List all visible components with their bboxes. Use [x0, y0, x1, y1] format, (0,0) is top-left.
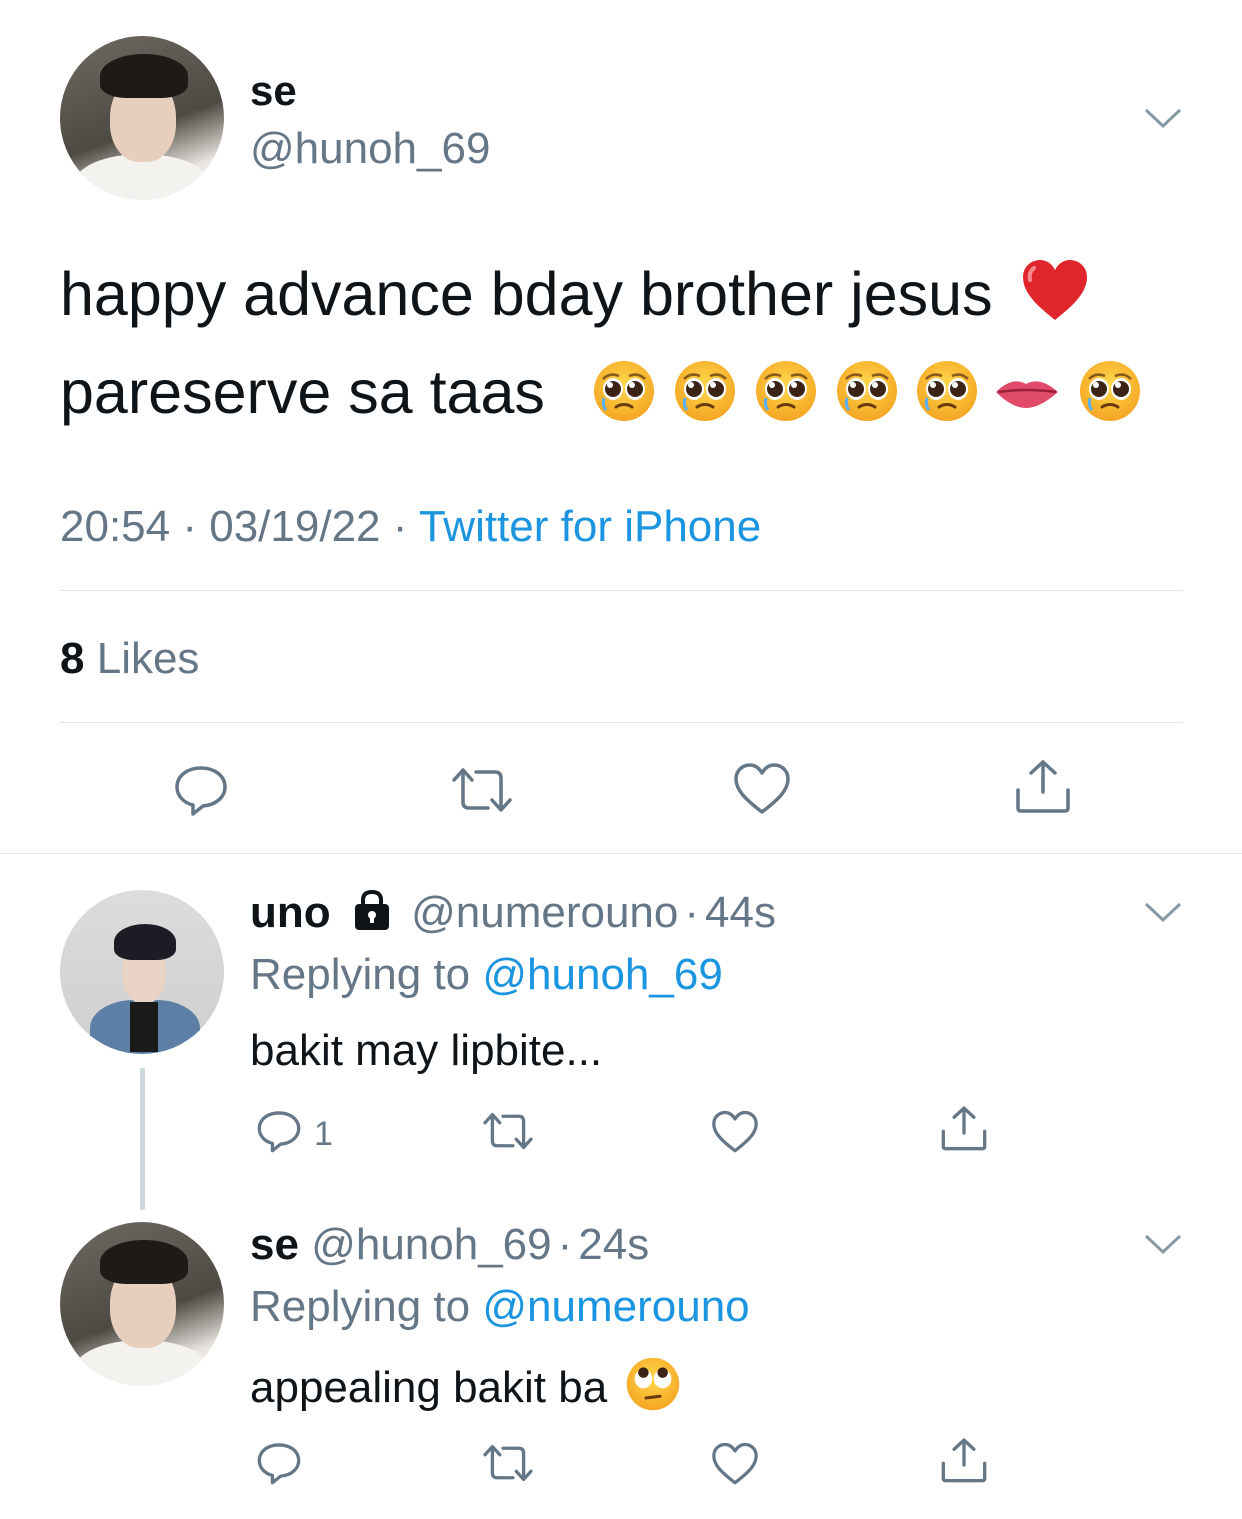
reply-icon[interactable]: [256, 1108, 302, 1154]
replying-to-link[interactable]: @numerouno: [482, 1282, 749, 1331]
reply-header: se @hunoh_69 · 24s: [250, 1220, 649, 1270]
heart-icon[interactable]: [711, 1442, 759, 1486]
avatar[interactable]: [60, 890, 224, 1054]
share-icon[interactable]: [1014, 758, 1072, 814]
lips-emoji: [996, 381, 1058, 408]
chevron-down-icon[interactable]: [1142, 104, 1184, 132]
pleading-face-emoji: [592, 359, 656, 423]
display-name[interactable]: se: [250, 66, 297, 116]
chevron-down-icon[interactable]: [1142, 1230, 1184, 1258]
replying-to: Replying to @hunoh_69: [250, 950, 723, 1000]
likes-label: Likes: [96, 634, 200, 683]
avatar[interactable]: [60, 1222, 224, 1386]
lock-icon: [351, 889, 393, 931]
tweet-text-line1: happy advance bday brother jesus: [60, 260, 993, 328]
retweet-icon[interactable]: [448, 762, 516, 818]
heart-icon[interactable]: [711, 1110, 759, 1154]
reply-icon[interactable]: [173, 762, 229, 818]
reply-header: uno @numerouno · 44s: [250, 888, 776, 938]
reply-text: bakit may lipbite...: [250, 1026, 603, 1075]
likes-stat[interactable]: 8 Likes: [60, 634, 199, 684]
tweet-source-link[interactable]: Twitter for iPhone: [419, 502, 761, 551]
likes-count: 8: [60, 634, 85, 683]
divider: [60, 590, 1182, 591]
replying-to-link[interactable]: @hunoh_69: [482, 950, 722, 999]
separator: ·: [392, 502, 408, 551]
chevron-down-icon[interactable]: [1142, 898, 1184, 926]
replying-prefix: Replying to: [250, 1282, 471, 1331]
separator: ·: [182, 502, 197, 551]
share-icon[interactable]: [940, 1436, 988, 1484]
pleading-face-emoji: [673, 359, 737, 423]
share-icon[interactable]: [940, 1104, 988, 1152]
reply-count: 1: [314, 1115, 333, 1153]
tweet-time: 20:54: [60, 502, 171, 551]
thread-line: [140, 1068, 145, 1210]
reply-text: appealing bakit ba: [250, 1363, 608, 1413]
handle[interactable]: @hunoh_69: [250, 122, 490, 176]
tweet-text: happy advance bday brother jesus: [60, 258, 1090, 339]
pleading-face-emoji: [1078, 359, 1142, 423]
handle[interactable]: @hunoh_69: [311, 1220, 551, 1269]
section-divider: [0, 853, 1242, 854]
timestamp: 24s: [578, 1220, 650, 1269]
handle[interactable]: @numerouno: [411, 888, 678, 937]
pleading-face-emoji: [915, 359, 979, 423]
heart-icon[interactable]: [733, 762, 791, 816]
separator: ·: [557, 1220, 573, 1269]
retweet-icon[interactable]: [480, 1108, 536, 1154]
tweet-text-2: pareserve sa taas: [60, 356, 545, 428]
emoji-row: [592, 358, 1152, 424]
display-name[interactable]: uno: [250, 888, 331, 937]
red-heart-emoji: [1020, 258, 1090, 339]
reply-icon[interactable]: [256, 1440, 302, 1486]
separator: ·: [684, 888, 700, 937]
divider: [60, 722, 1182, 723]
reply-text-row: appealing bakit ba: [250, 1356, 681, 1425]
retweet-icon[interactable]: [480, 1440, 536, 1486]
pleading-face-emoji: [754, 359, 818, 423]
replying-to: Replying to @numerouno: [250, 1282, 750, 1332]
replying-prefix: Replying to: [250, 950, 471, 999]
tweet-text-line2: pareserve sa taas: [60, 358, 545, 426]
face-with-rolling-eyes-emoji: [625, 1356, 681, 1425]
avatar[interactable]: [60, 36, 224, 200]
pleading-face-emoji: [835, 359, 899, 423]
timestamp: 44s: [705, 888, 776, 937]
display-name[interactable]: se: [250, 1220, 299, 1269]
tweet-date: 03/19/22: [209, 502, 381, 551]
tweet-meta: 20:54 · 03/19/22 · Twitter for iPhone: [60, 502, 761, 552]
